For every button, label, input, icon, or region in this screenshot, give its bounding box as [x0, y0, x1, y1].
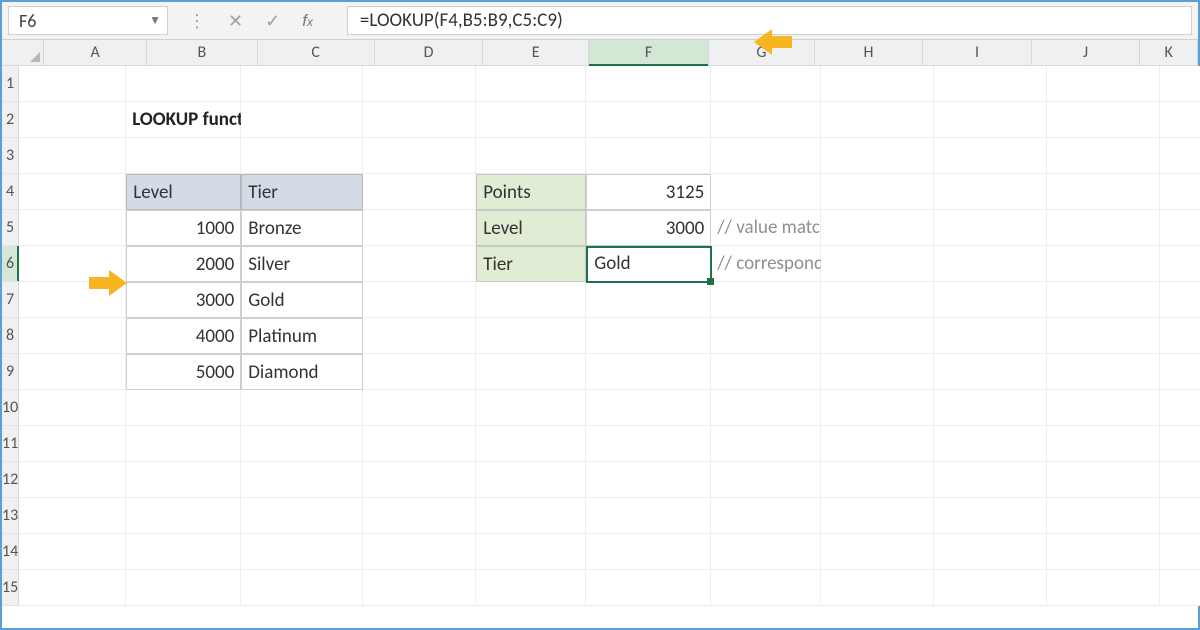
col-H[interactable]: H: [815, 40, 924, 65]
row-headers: 1 2 3 4 5 6 7 8 9 10 11 12 13 14 15: [2, 66, 19, 606]
formula-text: =LOOKUP(F4,B5:B9,C5:C9): [360, 9, 563, 32]
row-8[interactable]: 8: [2, 318, 19, 354]
level-value[interactable]: 3000: [586, 210, 711, 246]
col-B[interactable]: B: [147, 40, 257, 65]
table-row[interactable]: 4000: [126, 318, 241, 354]
tier-label: Tier: [476, 246, 586, 282]
table-row[interactable]: 5000: [126, 354, 241, 390]
row-7[interactable]: 7: [2, 282, 19, 318]
row-5[interactable]: 5: [2, 210, 19, 246]
row-14[interactable]: 14: [2, 534, 19, 570]
col-K[interactable]: K: [1140, 40, 1198, 65]
row-4[interactable]: 4: [2, 174, 19, 210]
table-row[interactable]: Silver: [241, 246, 363, 282]
arrow-icon: [752, 29, 792, 55]
col-J[interactable]: J: [1032, 40, 1141, 65]
col-E[interactable]: E: [483, 40, 589, 65]
row-1[interactable]: 1: [2, 66, 19, 102]
page-title: LOOKUP function: [126, 102, 241, 138]
column-headers: A B C D E F G H I J K: [2, 40, 1198, 66]
row-3[interactable]: 3: [2, 138, 19, 174]
row-10[interactable]: 10: [2, 390, 19, 426]
row-13[interactable]: 13: [2, 498, 19, 534]
table-row[interactable]: 1000: [126, 210, 241, 246]
table-row[interactable]: Gold: [241, 282, 363, 318]
row-11[interactable]: 11: [2, 426, 19, 462]
points-value[interactable]: 3125: [586, 174, 711, 210]
table-row[interactable]: Platinum: [241, 318, 363, 354]
cell-grid[interactable]: LOOKUP function Level Tier Points 3125 1…: [19, 66, 1200, 606]
row-15[interactable]: 15: [2, 570, 19, 606]
table-row[interactable]: Diamond: [241, 354, 363, 390]
tier-value[interactable]: Gold: [586, 246, 711, 282]
confirm-icon[interactable]: [265, 10, 280, 32]
level-label: Level: [476, 210, 586, 246]
comment-2: // corresponding value in tier: [711, 246, 821, 282]
name-box[interactable]: F6 ▼: [8, 6, 168, 35]
arrow-icon: [89, 270, 129, 296]
table-row[interactable]: 3000: [126, 282, 241, 318]
table-row[interactable]: Bronze: [241, 210, 363, 246]
comment-1: // value matched in level: [711, 210, 821, 246]
col-D[interactable]: D: [375, 40, 484, 65]
row-12[interactable]: 12: [2, 462, 19, 498]
table-header-level: Level: [126, 174, 241, 210]
table-row[interactable]: 2000: [126, 246, 241, 282]
cancel-icon[interactable]: [228, 10, 243, 32]
select-all-corner[interactable]: [2, 40, 44, 65]
name-box-value: F6: [19, 10, 36, 32]
row-6[interactable]: 6: [2, 246, 19, 282]
chevron-down-icon: ▼: [149, 13, 161, 28]
table-header-tier: Tier: [241, 174, 363, 210]
points-label: Points: [476, 174, 586, 210]
row-9[interactable]: 9: [2, 354, 19, 390]
col-C[interactable]: C: [258, 40, 375, 65]
more-icon[interactable]: [188, 10, 206, 32]
col-F[interactable]: F: [589, 40, 709, 65]
fx-icon[interactable]: fx: [302, 11, 327, 31]
row-2[interactable]: 2: [2, 102, 19, 138]
col-A[interactable]: A: [44, 40, 147, 65]
col-I[interactable]: I: [923, 40, 1032, 65]
